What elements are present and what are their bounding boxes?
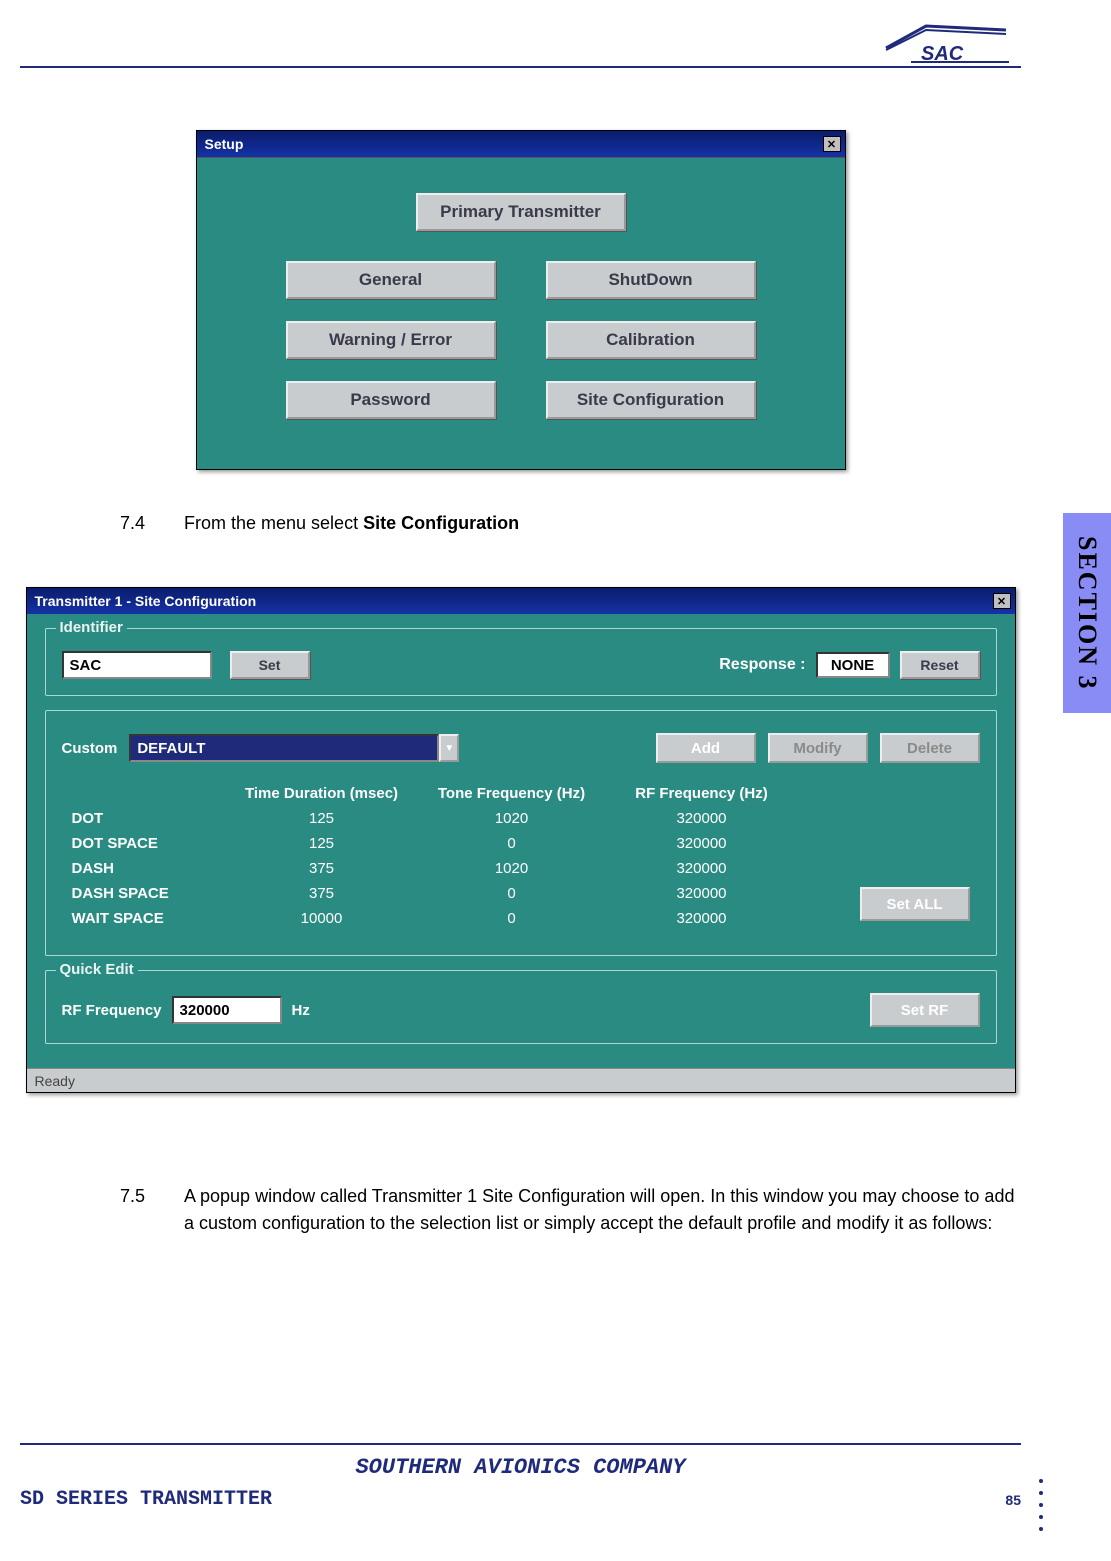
table-row: DOT 125 1020 320000	[62, 806, 980, 831]
custom-label: Custom	[62, 740, 118, 757]
config-table: Time Duration (msec) Tone Frequency (Hz)…	[62, 781, 980, 931]
step-text-bold: Site Configuration	[363, 513, 519, 533]
row-tone: 1020	[412, 860, 612, 877]
warning-error-button[interactable]: Warning / Error	[286, 321, 496, 359]
row-time: 375	[232, 885, 412, 902]
profile-dropdown[interactable]: DEFAULT ▼	[129, 734, 459, 762]
row-label: DOT SPACE	[62, 835, 232, 852]
chevron-down-icon[interactable]: ▼	[439, 734, 459, 762]
primary-transmitter-button[interactable]: Primary Transmitter	[416, 193, 626, 231]
siteconf-titlebar: Transmitter 1 - Site Configuration ✕	[27, 588, 1015, 614]
rf-frequency-label: RF Frequency	[62, 1002, 162, 1019]
close-icon[interactable]: ✕	[993, 593, 1011, 609]
config-fieldset: Custom DEFAULT ▼ Add Modify Delete	[45, 710, 997, 956]
general-button[interactable]: General	[286, 261, 496, 299]
step-text-pre: From the menu select	[184, 513, 363, 533]
step-number: 7.4	[120, 510, 160, 537]
site-configuration-window: Transmitter 1 - Site Configuration ✕ Ide…	[26, 587, 1016, 1093]
modify-button[interactable]: Modify	[768, 733, 868, 763]
col-rf: RF Frequency (Hz)	[612, 785, 792, 802]
table-row: DOT SPACE 125 0 320000	[62, 831, 980, 856]
identifier-legend: Identifier	[56, 619, 127, 636]
row-rf: 320000	[612, 885, 792, 902]
quick-edit-fieldset: Quick Edit RF Frequency Hz Set RF	[45, 970, 997, 1044]
quick-edit-legend: Quick Edit	[56, 961, 138, 978]
reset-button[interactable]: Reset	[900, 651, 980, 679]
setup-title: Setup	[205, 136, 244, 152]
rf-frequency-input[interactable]	[172, 996, 282, 1024]
row-time: 10000	[232, 910, 412, 927]
table-row: WAIT SPACE 10000 0 320000	[62, 906, 980, 931]
step-text: A popup window called Transmitter 1 Site…	[184, 1183, 1021, 1237]
row-tone: 0	[412, 835, 612, 852]
response-value: NONE	[816, 652, 890, 678]
setup-titlebar: Setup ✕	[197, 131, 845, 157]
delete-button[interactable]: Delete	[880, 733, 980, 763]
row-rf: 320000	[612, 860, 792, 877]
footer-rule	[20, 1443, 1021, 1445]
setup-window: Setup ✕ Primary Transmitter General Shut…	[196, 130, 846, 470]
page-number: 85	[1005, 1492, 1021, 1508]
row-label: DASH	[62, 860, 232, 877]
hz-label: Hz	[292, 1002, 310, 1019]
row-rf: 320000	[612, 810, 792, 827]
add-button[interactable]: Add	[656, 733, 756, 763]
set-rf-button[interactable]: Set RF	[870, 993, 980, 1027]
row-time: 125	[232, 835, 412, 852]
step-number: 7.5	[120, 1183, 160, 1237]
table-row: DASH SPACE 375 0 320000	[62, 881, 980, 906]
password-button[interactable]: Password	[286, 381, 496, 419]
col-time: Time Duration (msec)	[232, 785, 412, 802]
row-label: DASH SPACE	[62, 885, 232, 902]
close-icon[interactable]: ✕	[823, 136, 841, 152]
step-7-5: 7.5 A popup window called Transmitter 1 …	[120, 1183, 1021, 1237]
row-rf: 320000	[612, 835, 792, 852]
status-bar: Ready	[27, 1068, 1015, 1092]
set-all-button[interactable]: Set ALL	[860, 887, 970, 921]
footer-company: SOUTHERN AVIONICS COMPANY	[20, 1455, 1021, 1480]
profile-dropdown-value: DEFAULT	[129, 734, 439, 762]
row-tone: 0	[412, 885, 612, 902]
table-row: DASH 375 1020 320000	[62, 856, 980, 881]
siteconf-title: Transmitter 1 - Site Configuration	[35, 593, 257, 609]
identifier-input[interactable]	[62, 651, 212, 679]
response-label: Response :	[719, 656, 805, 674]
footer-dots	[1039, 1479, 1043, 1531]
step-text: From the menu select Site Configuration	[184, 510, 519, 537]
footer-product: SD SERIES TRANSMITTER	[20, 1488, 272, 1511]
set-button[interactable]: Set	[230, 651, 310, 679]
col-tone: Tone Frequency (Hz)	[412, 785, 612, 802]
site-configuration-button[interactable]: Site Configuration	[546, 381, 756, 419]
row-time: 375	[232, 860, 412, 877]
row-tone: 1020	[412, 810, 612, 827]
identifier-fieldset: Identifier Set Response : NONE Reset	[45, 628, 997, 696]
step-7-4: 7.4 From the menu select Site Configurat…	[120, 510, 1021, 537]
row-rf: 320000	[612, 910, 792, 927]
section-tab: SECTION 3	[1063, 513, 1111, 713]
calibration-button[interactable]: Calibration	[546, 321, 756, 359]
row-time: 125	[232, 810, 412, 827]
page-footer: SOUTHERN AVIONICS COMPANY SD SERIES TRAN…	[20, 1443, 1021, 1511]
section-tab-label: SECTION 3	[1072, 536, 1102, 691]
row-label: WAIT SPACE	[62, 910, 232, 927]
row-label: DOT	[62, 810, 232, 827]
shutdown-button[interactable]: ShutDown	[546, 261, 756, 299]
row-tone: 0	[412, 910, 612, 927]
status-text: Ready	[35, 1073, 75, 1089]
